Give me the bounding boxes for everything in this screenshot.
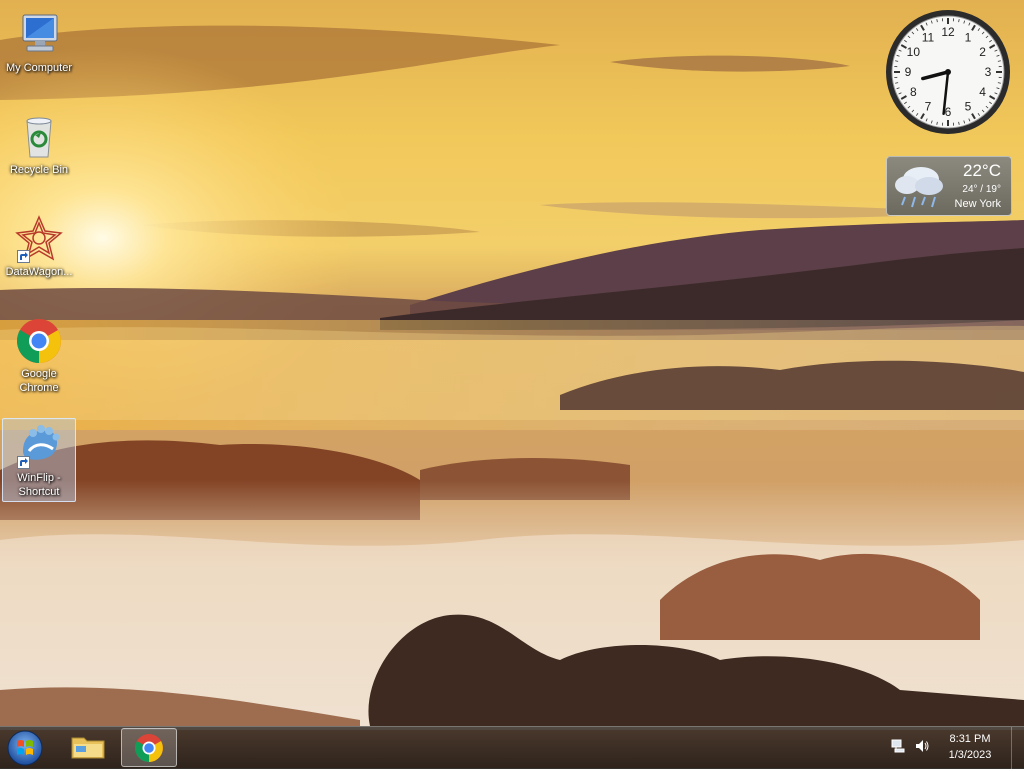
shortcut-arrow-icon [17, 456, 30, 469]
folder-icon [60, 728, 116, 766]
desktop-icon-label: DataWagon... [3, 265, 75, 279]
desktop-icon-label: Google Chrome [3, 367, 75, 395]
taskbar-clock[interactable]: 8:31 PM 1/3/2023 [940, 731, 1000, 763]
desktop-wallpaper [0, 0, 1024, 768]
weather-temperature: 22°C [963, 161, 1001, 181]
clock-number: 4 [979, 85, 986, 99]
clock-number: 6 [945, 105, 952, 119]
taskbar-explorer-button[interactable] [60, 728, 116, 767]
clock-number: 7 [925, 100, 932, 114]
desktop-icon-label: Recycle Bin [3, 163, 75, 177]
winflip-icon [15, 421, 63, 469]
weather-range: 24° / 19° [962, 184, 1001, 195]
clock-number: 11 [922, 30, 935, 44]
show-desktop-button[interactable] [1011, 727, 1024, 769]
datawagon-icon [15, 215, 63, 263]
taskbar: 8:31 PM 1/3/2023 [0, 726, 1024, 769]
taskbar-time: 8:31 PM [940, 731, 1000, 747]
taskbar-date: 1/3/2023 [940, 747, 1000, 763]
start-button[interactable] [4, 729, 46, 767]
clock-number: 3 [985, 65, 992, 79]
clock-number: 2 [979, 45, 986, 59]
shortcut-arrow-icon [17, 250, 30, 263]
volume-icon[interactable] [914, 738, 930, 759]
taskbar-chrome-button[interactable] [121, 728, 177, 767]
clock-number: 12 [941, 25, 955, 39]
desktop-icon-my-computer[interactable]: My Computer [2, 8, 76, 76]
clock-number: 1 [965, 30, 972, 44]
desktop-icon-label: My Computer [3, 61, 75, 75]
clock-number: 9 [905, 65, 912, 79]
desktop-icon-label: WinFlip - Shortcut [3, 471, 75, 499]
clock-number: 10 [907, 45, 921, 59]
computer-icon [15, 11, 63, 59]
desktop-icon-recycle-bin[interactable]: Recycle Bin [2, 110, 76, 178]
chrome-icon [15, 317, 63, 365]
desktop-icon-winflip[interactable]: WinFlip - Shortcut [2, 418, 76, 502]
chrome-icon [122, 729, 176, 766]
clock-number: 5 [965, 100, 972, 114]
recycle-bin-icon [15, 113, 63, 161]
network-icon[interactable] [890, 738, 906, 759]
weather-gadget[interactable]: 22°C 24° / 19° New York [886, 156, 1012, 216]
weather-city: New York [955, 198, 1001, 210]
windows-start-icon [4, 729, 46, 767]
clock-number: 8 [910, 85, 917, 99]
rain-cloud-icon [891, 161, 947, 216]
desktop-icon-datawagon[interactable]: DataWagon... [2, 212, 76, 280]
clock-gadget[interactable]: 12 12 3 45678 9 1011 [884, 8, 1012, 138]
desktop-icon-google-chrome[interactable]: Google Chrome [2, 314, 76, 396]
